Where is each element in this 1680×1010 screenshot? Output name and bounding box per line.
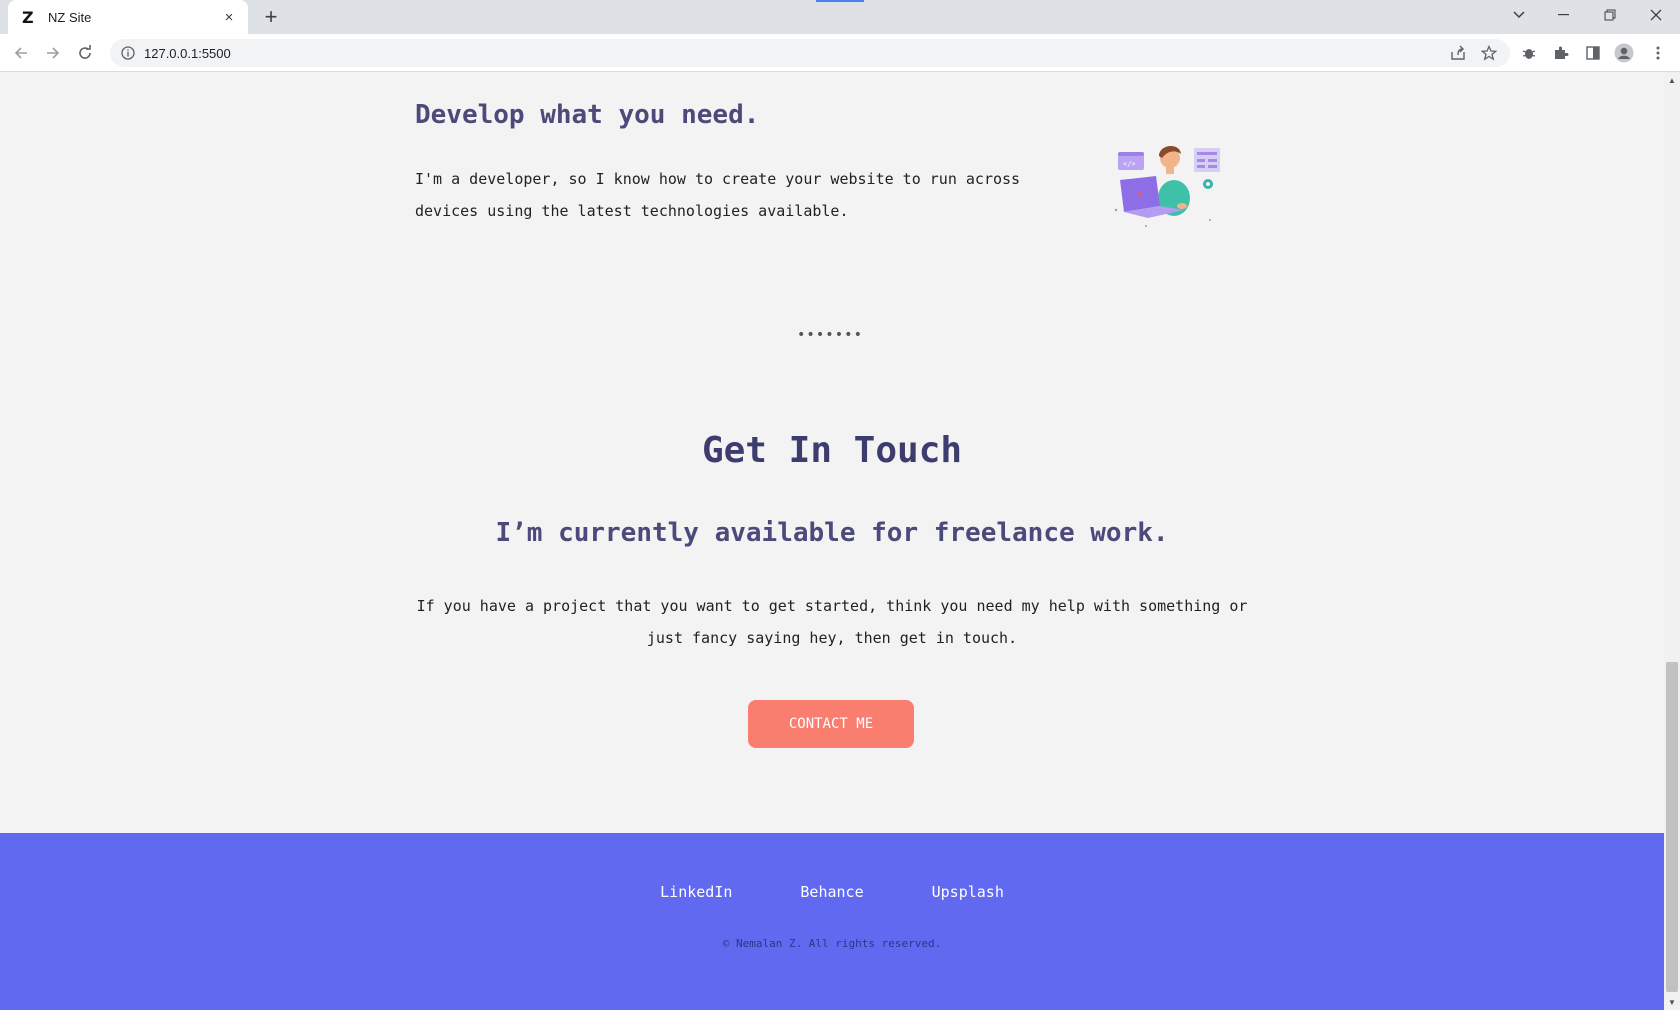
tab-search-chevron-icon[interactable]: [1496, 0, 1542, 30]
develop-heading: Develop what you need.: [415, 100, 760, 130]
scroll-down-arrow-icon[interactable]: ▼: [1664, 994, 1680, 1010]
scrollbar-thumb[interactable]: [1666, 662, 1678, 992]
browser-toolbar: 127.0.0.1:5500: [0, 34, 1680, 72]
browser-tab[interactable]: Z NZ Site ×: [8, 0, 248, 34]
site-footer: LinkedIn Behance Upsplash © Nemalan Z. A…: [0, 833, 1664, 1010]
bookmark-star-icon[interactable]: [1477, 41, 1501, 65]
extension-bug-icon[interactable]: [1517, 41, 1541, 65]
tab-close-icon[interactable]: ×: [220, 9, 238, 26]
page-scrollbar[interactable]: ▲ ▼: [1664, 72, 1680, 1010]
profile-avatar-icon[interactable]: [1612, 41, 1636, 65]
footer-links: LinkedIn Behance Upsplash: [0, 883, 1664, 901]
forward-arrow-icon[interactable]: [41, 41, 65, 65]
address-bar[interactable]: 127.0.0.1:5500: [110, 39, 1510, 67]
side-panel-icon[interactable]: [1581, 41, 1605, 65]
close-window-icon[interactable]: [1633, 0, 1679, 30]
footer-link-behance[interactable]: Behance: [800, 883, 863, 901]
footer-link-linkedin[interactable]: LinkedIn: [660, 883, 732, 901]
back-arrow-icon[interactable]: [9, 41, 33, 65]
contact-subtitle: I’m currently available for freelance wo…: [495, 518, 1169, 548]
contact-me-button[interactable]: CONTACT ME: [748, 700, 914, 748]
develop-description: I'm a developer, so I know how to create…: [415, 170, 1021, 220]
new-tab-button[interactable]: +: [258, 4, 284, 30]
section-separator: •••••••: [797, 327, 864, 343]
url-text: 127.0.0.1:5500: [144, 45, 231, 61]
contact-title: Get In Touch: [701, 430, 963, 471]
developer-illustration-icon: </>: [1112, 136, 1224, 232]
page-viewport: Develop what you need. I'm a developer, …: [0, 72, 1664, 1010]
footer-copyright: © Nemalan Z. All rights reserved.: [722, 937, 942, 950]
tab-strip: Z NZ Site × +: [0, 0, 1680, 34]
footer-link-upsplash[interactable]: Upsplash: [932, 883, 1004, 901]
contact-description: If you have a project that you want to g…: [416, 597, 1248, 647]
extensions-puzzle-icon[interactable]: [1549, 41, 1573, 65]
share-icon[interactable]: [1446, 41, 1470, 65]
svg-text:</>: </>: [1123, 160, 1136, 168]
scroll-up-arrow-icon[interactable]: ▲: [1664, 72, 1680, 88]
tab-title: NZ Site: [48, 9, 92, 25]
browser-menu-icon[interactable]: [1646, 41, 1670, 65]
site-info-icon[interactable]: [120, 45, 136, 61]
reload-icon[interactable]: [73, 41, 97, 65]
minimize-window-icon[interactable]: [1541, 0, 1587, 30]
restore-window-icon[interactable]: [1587, 0, 1633, 30]
site-favicon-icon: Z: [22, 7, 34, 27]
tab-strip-accent: [816, 0, 864, 2]
